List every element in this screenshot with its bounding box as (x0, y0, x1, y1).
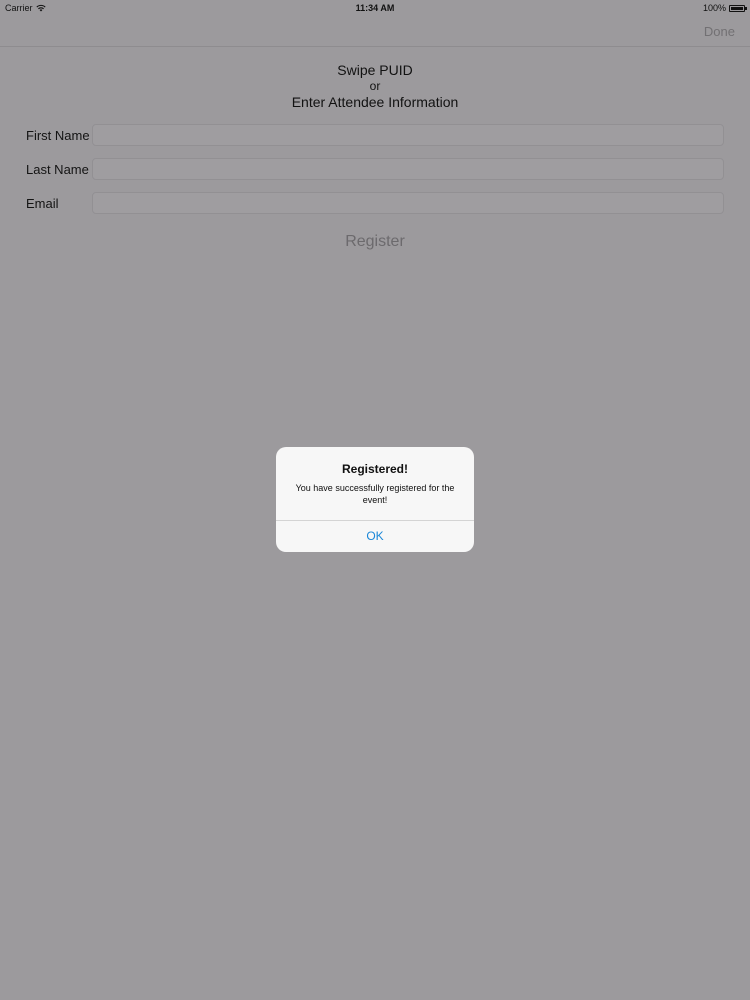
first-name-row: First Name (26, 124, 724, 148)
form-heading: Swipe PUID or Enter Attendee Information (0, 62, 750, 111)
email-row: Email (26, 192, 724, 216)
navigation-bar: Done (0, 14, 750, 47)
heading-enter-info: Enter Attendee Information (291, 94, 459, 110)
done-button[interactable]: Done (704, 24, 735, 39)
last-name-row: Last Name (26, 158, 724, 182)
status-bar: Carrier 11:34 AM 100% (0, 0, 750, 14)
last-name-label: Last Name (26, 162, 89, 177)
heading-or: or (369, 79, 381, 93)
heading-swipe-puid: Swipe PUID (337, 62, 413, 78)
status-time: 11:34 AM (355, 3, 395, 13)
alert-ok-button[interactable]: OK (276, 521, 474, 552)
alert-title: Registered! (341, 462, 409, 476)
alert-message: You have successfully registered for the… (295, 483, 455, 505)
first-name-field[interactable] (92, 124, 724, 146)
battery-fill (731, 6, 743, 10)
first-name-label: First Name (26, 128, 90, 143)
registration-screen: Carrier 11:34 AM 100% Done Swipe PUID or… (0, 0, 750, 1000)
email-label: Email (26, 196, 59, 211)
register-button[interactable]: Register (0, 233, 750, 251)
registered-alert: Registered! You have successfully regist… (276, 447, 474, 552)
email-field[interactable] (92, 192, 724, 214)
status-battery: 100% (702, 3, 747, 13)
battery-percent: 100% (702, 3, 726, 13)
battery-icon (729, 4, 747, 12)
last-name-field[interactable] (92, 158, 724, 180)
